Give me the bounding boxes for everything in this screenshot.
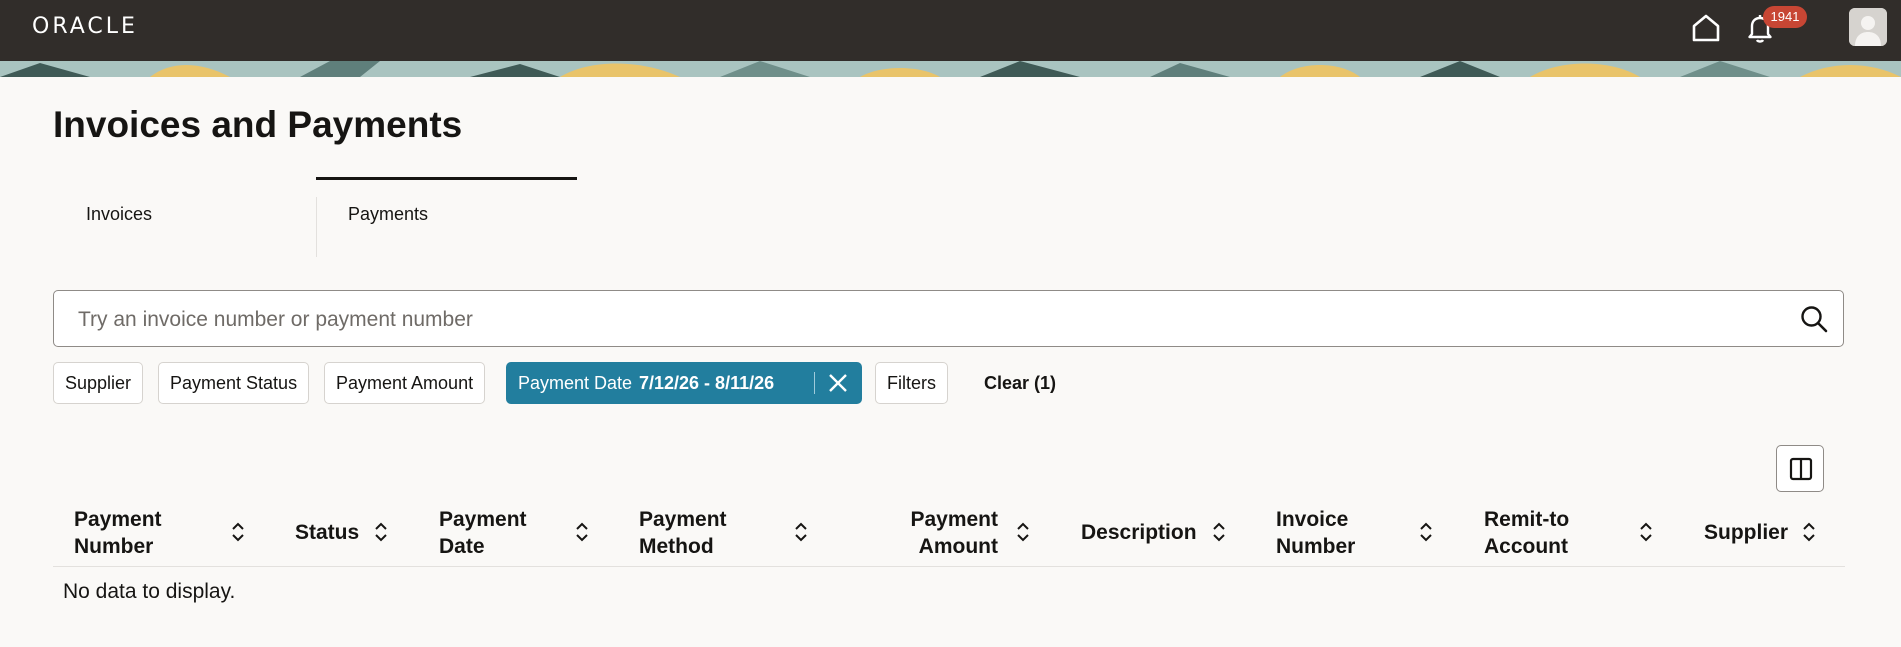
page-title: Invoices and Payments: [53, 104, 463, 145]
decorative-banner: [0, 61, 1901, 77]
payment-date-filter-label: Payment Date: [518, 373, 633, 393]
search-icon[interactable]: [1799, 304, 1829, 334]
payment-status-filter-chip[interactable]: Payment Status: [158, 362, 310, 404]
avatar[interactable]: [1849, 8, 1887, 46]
notification-count-badge: 1941: [1763, 6, 1807, 28]
sort-icon[interactable]: [1211, 520, 1227, 544]
column-header-text: Remit-to: [1484, 508, 1570, 531]
search-input[interactable]: [76, 291, 1760, 348]
column-header-text: Number: [1276, 535, 1356, 558]
empty-table-message: No data to display.: [63, 580, 236, 603]
columns-icon: [1789, 457, 1813, 481]
manage-columns-button[interactable]: [1776, 445, 1824, 492]
payment-amount-filter-chip[interactable]: Payment Amount: [324, 362, 486, 404]
column-header-text: Date: [439, 535, 485, 558]
sort-icon[interactable]: [230, 520, 246, 544]
sort-icon[interactable]: [1638, 520, 1654, 544]
column-header-text: Number: [74, 535, 154, 558]
column-header-text: Payment: [439, 508, 527, 531]
sort-icon[interactable]: [1801, 520, 1817, 544]
column-header-payment-amount[interactable]: Payment Amount: [880, 506, 998, 560]
payment-date-filter-chip[interactable]: Payment Date 7/12/26 - 8/11/26: [506, 362, 862, 404]
close-icon[interactable]: [827, 372, 849, 394]
column-header-text: Payment: [910, 508, 998, 531]
clear-filters-button[interactable]: Clear (1): [984, 373, 1056, 394]
search-bar: [53, 290, 1844, 348]
column-header-status[interactable]: Status: [295, 519, 359, 546]
column-header-supplier[interactable]: Supplier: [1704, 519, 1788, 546]
tab-invoices[interactable]: Invoices: [53, 198, 316, 258]
column-header-payment-number[interactable]: Payment Number: [74, 506, 162, 560]
column-header-invoice-number[interactable]: Invoice Number: [1276, 506, 1355, 560]
column-header-description[interactable]: Description: [1081, 519, 1197, 546]
selected-tab-indicator: [316, 177, 577, 180]
column-header-remit-to-account[interactable]: Remit-to Account: [1484, 506, 1569, 560]
column-header-text: Description: [1081, 521, 1197, 544]
column-header-payment-method[interactable]: Payment Method: [639, 506, 727, 560]
oracle-logo[interactable]: ORACLE: [32, 14, 138, 39]
column-header-text: Status: [295, 521, 360, 544]
sort-icon[interactable]: [793, 520, 809, 544]
column-header-text: Supplier: [1704, 521, 1789, 544]
column-header-text: Payment: [74, 508, 162, 531]
sort-icon[interactable]: [1015, 520, 1031, 544]
table-header-divider: [53, 566, 1845, 567]
chip-separator: [814, 372, 815, 394]
tab-payments[interactable]: Payments: [317, 198, 577, 258]
supplier-filter-chip[interactable]: Supplier: [53, 362, 144, 404]
column-header-payment-date[interactable]: Payment Date: [439, 506, 527, 560]
user-silhouette-icon: [1849, 8, 1887, 46]
home-icon[interactable]: [1690, 12, 1722, 44]
tab-payments-label: Payments: [348, 204, 429, 224]
tab-invoices-label: Invoices: [86, 204, 153, 224]
column-header-text: Payment: [639, 508, 727, 531]
column-header-text: Invoice: [1276, 508, 1349, 531]
payment-date-filter-value: 7/12/26 - 8/11/26: [639, 373, 775, 393]
filters-button[interactable]: Filters: [875, 362, 948, 404]
column-header-text: Account: [1484, 535, 1568, 558]
sort-icon[interactable]: [1418, 520, 1434, 544]
top-bar: ORACLE 1941: [0, 0, 1901, 61]
sort-icon[interactable]: [373, 520, 389, 544]
sort-icon[interactable]: [574, 520, 590, 544]
column-header-text: Amount: [918, 535, 998, 558]
column-header-text: Method: [639, 535, 714, 558]
